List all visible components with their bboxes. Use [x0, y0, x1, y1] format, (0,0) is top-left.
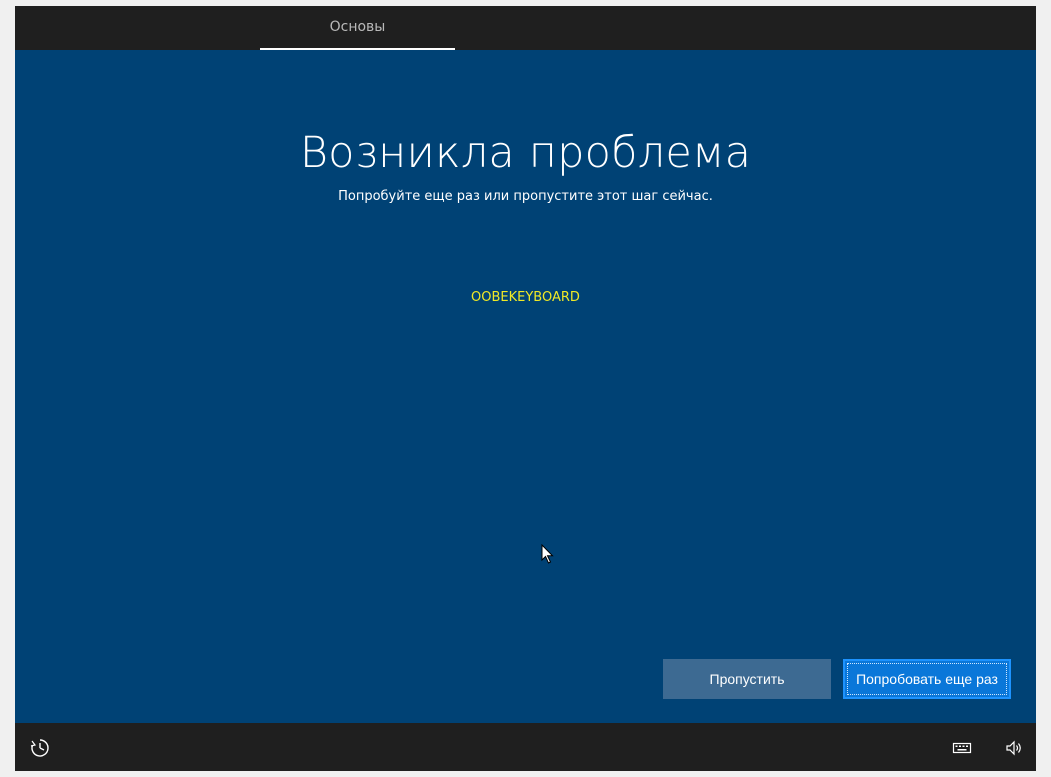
error-code: OOBEKEYBOARD	[471, 290, 580, 305]
bottom-bar	[15, 723, 1036, 771]
tab-active-underline	[260, 48, 455, 50]
page-title: Возникла проблема	[299, 128, 752, 178]
ease-of-access-icon[interactable]	[29, 737, 51, 759]
retry-button[interactable]: Попробовать еще раз	[843, 659, 1011, 699]
skip-button[interactable]: Пропустить	[663, 659, 831, 699]
tab-basics[interactable]: Основы	[260, 6, 455, 50]
keyboard-icon[interactable]	[951, 737, 973, 759]
mouse-cursor-icon	[541, 544, 554, 564]
oobe-window: Основы Возникла проблема Попробуйте еще …	[15, 6, 1036, 771]
volume-icon[interactable]	[1003, 737, 1025, 759]
retry-button-label: Попробовать еще раз	[856, 671, 998, 687]
top-bar: Основы	[15, 6, 1036, 50]
tab-basics-label: Основы	[329, 19, 386, 35]
page-subtitle: Попробуйте еще раз или пропустите этот ш…	[338, 189, 713, 204]
